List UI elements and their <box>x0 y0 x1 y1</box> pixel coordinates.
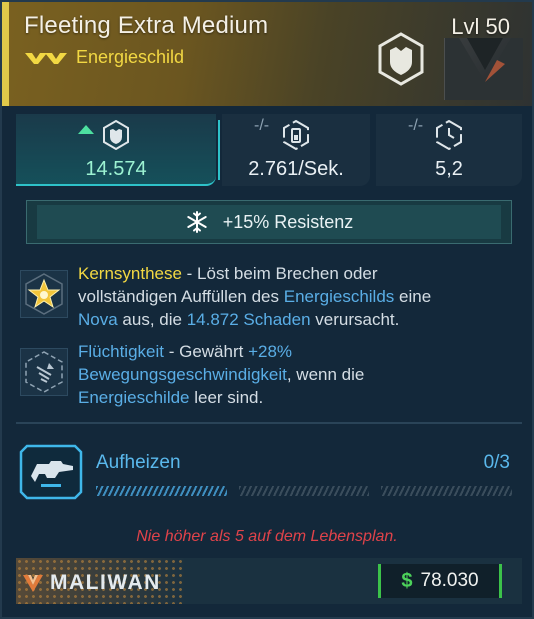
manufacturer: MALIWAN <box>22 571 161 595</box>
item-price: 78.030 <box>420 570 479 591</box>
perk-text: - Gewährt <box>163 342 249 361</box>
resistance-text: +15% Resistenz <box>222 211 354 232</box>
heat-progress <box>96 486 513 496</box>
shield-capacity-icon <box>103 120 129 150</box>
stat-value: 5,2 <box>435 158 463 180</box>
stat-increase-arrow-icon <box>78 125 94 134</box>
perk-description: Kernsynthese - Löst beim Brechen oder vo… <box>78 262 518 331</box>
perk-bonus: +28% <box>248 342 293 361</box>
perk-name: Kernsynthese <box>78 264 182 283</box>
stat-prefix: -/- <box>254 117 270 134</box>
stats-row: 14.574 -/- 2.761/Sek. -/- 5,2 <box>16 114 522 186</box>
shield-type-icon <box>378 32 424 86</box>
kernsynthese-star-icon <box>25 273 63 315</box>
resistance-inner: +15% Resistenz <box>37 205 501 239</box>
perk-text: , wenn die <box>286 365 365 384</box>
perk-text: verursacht. <box>310 310 400 329</box>
item-header: Fleeting Extra Medium Lvl 50 Energieschi… <box>2 2 532 106</box>
perk-icon-box <box>20 348 68 396</box>
perk-keyword: Nova <box>78 310 118 329</box>
item-name: Fleeting Extra Medium <box>24 12 269 39</box>
manufacturer-name: MALIWAN <box>50 571 161 594</box>
heat-segment <box>381 486 513 496</box>
maliwan-logo-icon <box>23 575 43 592</box>
heat-count: 0/3 <box>483 452 510 473</box>
heat-segment <box>96 486 227 496</box>
currency-symbol: $ <box>401 569 413 592</box>
perk-keyword: Bewegungsgeschwindigkeit <box>78 365 287 384</box>
item-thumbnail <box>444 38 523 100</box>
perk-icon-box <box>20 270 68 318</box>
heat-weapon-icon <box>19 444 83 500</box>
item-rarity: Energieschild <box>24 47 184 68</box>
section-divider <box>16 422 522 424</box>
item-card: Fleeting Extra Medium Lvl 50 Energieschi… <box>0 0 534 619</box>
perk-text: aus, die <box>117 310 187 329</box>
stat-recharge-rate: -/- 2.761/Sek. <box>222 114 370 186</box>
perk-name: Flüchtigkeit <box>78 342 164 361</box>
perk-kernsynthese: Kernsynthese - Löst beim Brechen oder vo… <box>16 262 522 334</box>
perk-keyword: Energieschilds <box>283 287 395 306</box>
perk-keyword: Energieschilde <box>78 388 190 407</box>
item-type: Energieschild <box>76 47 185 67</box>
perk-damage: 14.872 Schaden <box>186 310 311 329</box>
recharge-rate-icon <box>283 120 309 150</box>
price-box: $ 78.030 <box>378 564 502 598</box>
heat-segment <box>238 486 370 496</box>
recharge-delay-icon <box>436 120 462 150</box>
perk-text: vollständigen Auffüllen des <box>78 287 284 306</box>
rarity-chevrons-icon <box>25 52 67 64</box>
stat-prefix: -/- <box>408 117 424 134</box>
shield-thumbnail-icon <box>445 38 523 100</box>
level-warning: Nie höher als 5 auf dem Lebensplan. <box>136 528 398 545</box>
item-level: Lvl 50 <box>451 14 510 39</box>
footer: MALIWAN $ 78.030 <box>16 558 522 604</box>
perk-text: eine <box>394 287 432 306</box>
fluechtigkeit-dash-icon <box>25 351 63 393</box>
perk-fluechtigkeit: Flüchtigkeit - Gewährt +28% Bewegungsges… <box>16 340 522 412</box>
perk-text: leer sind. <box>189 388 264 407</box>
stat-recharge-delay: -/- 5,2 <box>376 114 522 186</box>
stat-value: 14.574 <box>85 158 147 180</box>
perk-text: - Löst beim Brechen oder <box>181 264 378 283</box>
stat-capacity: 14.574 <box>16 114 220 186</box>
heat-label: Aufheizen <box>96 452 181 473</box>
stat-value: 2.761/Sek. <box>248 158 344 180</box>
rarity-stripe <box>2 2 9 106</box>
resistance-bar: +15% Resistenz <box>26 200 512 244</box>
stat-accent-bar <box>218 120 220 180</box>
snowflake-icon <box>187 211 207 233</box>
perk-description: Flüchtigkeit - Gewährt +28% Bewegungsges… <box>78 340 518 409</box>
